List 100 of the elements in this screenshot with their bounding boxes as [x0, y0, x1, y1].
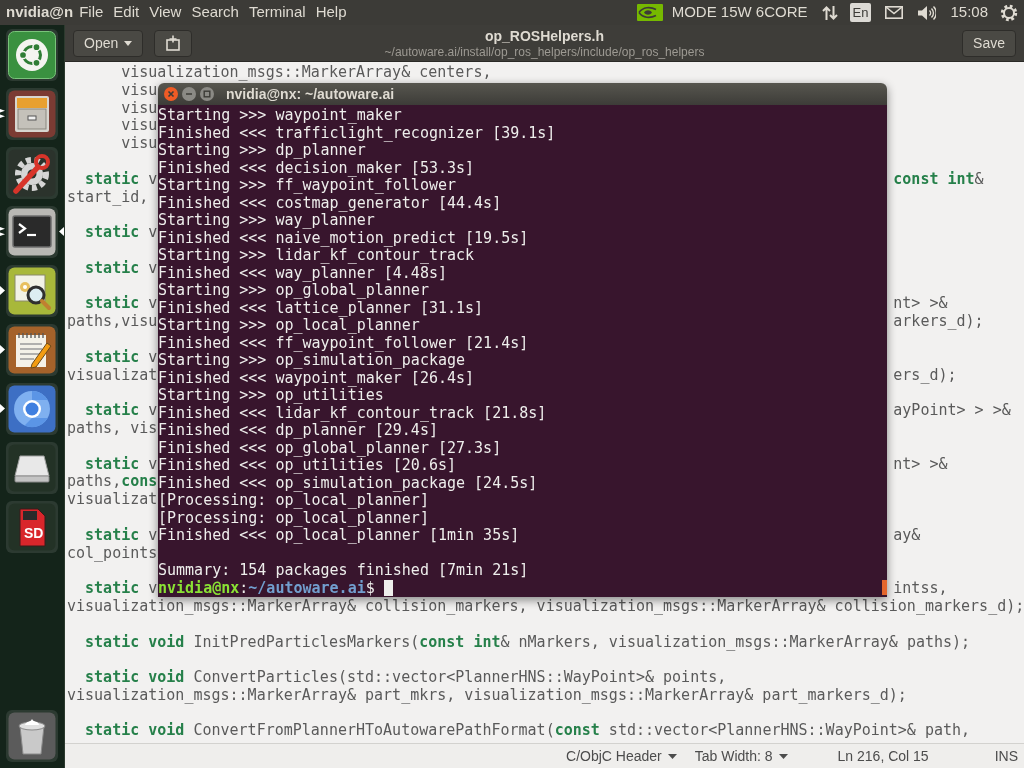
code-line: nt> >&	[893, 455, 948, 474]
sd-card-icon	[8, 503, 56, 551]
terminal-line: Starting >>> dp_planner	[158, 141, 366, 159]
volume-icon[interactable]	[917, 4, 937, 21]
minimize-icon[interactable]	[182, 87, 196, 101]
code-line: paths,visu	[67, 313, 158, 331]
code-line: intss,	[893, 580, 948, 598]
code-line: static v	[84, 348, 158, 367]
code-line: ers_d);	[893, 366, 957, 385]
disk-drive-icon	[8, 444, 56, 492]
terminal-line: Starting >>> op_local_planner	[158, 316, 420, 334]
notepad-pencil-icon	[8, 326, 56, 374]
clock[interactable]: 15:08	[950, 1, 988, 24]
terminal-line: Starting >>> lidar_kf_contour_track	[158, 246, 475, 264]
code-line: paths,cons	[67, 473, 158, 492]
launcher-item[interactable]	[6, 324, 58, 376]
code-line: visu	[120, 99, 158, 118]
terminal-line: Finished <<< lidar_kf_contour_track [21.8s]	[158, 403, 547, 422]
code-line: visualization_msgs::MarkerArray& part_mkrs, visualization_msgs::MarkerArray& part_markers_d);	[67, 686, 907, 705]
keyboard-layout-indicator[interactable]: En	[849, 3, 872, 22]
menu-item[interactable]: Terminal	[243, 0, 311, 25]
code-line: static void ConvertParticles(std::vector<PlannerHNS::WayPoint>& points,	[84, 669, 727, 687]
code-line: arkers_d);	[893, 313, 984, 331]
code-line: static v	[84, 455, 158, 474]
caret-icon	[667, 753, 677, 759]
terminal-line: Starting >>> op_utilities	[158, 386, 384, 404]
trash-icon	[8, 712, 56, 760]
terminal-prompt: nvidia@nx:~/autoware.ai$	[158, 579, 375, 597]
menu-item[interactable]: File	[74, 0, 109, 25]
launcher-item[interactable]	[6, 383, 58, 435]
code-line: static v	[84, 170, 158, 189]
code-line: static v	[84, 402, 158, 420]
code-line: static v	[84, 580, 158, 598]
terminal-line: Finished <<< op_utilities [20.6s]	[158, 456, 456, 474]
terminal-line: Summary: 154 packages finished [7min 21s]	[158, 561, 529, 579]
code-line: const int&	[893, 170, 984, 189]
cursor-icon	[383, 580, 393, 597]
code-line: visualization_msgs::MarkerArray& collision_markers, visualization_msgs::MarkerArray& collision_markers_d);	[67, 597, 1024, 616]
launcher-item[interactable]	[6, 710, 58, 762]
code-line: visualizat	[67, 491, 158, 509]
ubuntu-logo-icon	[8, 31, 56, 79]
code-line: nt> >&	[893, 295, 948, 314]
gear-wrench-icon	[8, 149, 56, 197]
terminal-line: Finished <<< decision_maker [53.3s]	[158, 158, 475, 177]
insert-mode: INS	[994, 746, 1018, 766]
code-line: paths, vis	[67, 419, 158, 438]
code-line: static v	[84, 259, 158, 278]
code-line: visu	[120, 135, 158, 153]
close-icon[interactable]	[164, 87, 178, 101]
language-dropdown[interactable]: C/ObjC Header	[566, 745, 677, 767]
launcher-item[interactable]	[6, 29, 58, 81]
launcher-item[interactable]: SD	[6, 501, 58, 553]
document-title: op_ROSHelpers.h	[485, 28, 604, 43]
code-line: visualization_msgs::MarkerArray& centers,	[120, 64, 492, 82]
terminal-line: Finished <<< ff_waypoint_follower [21.4s]	[158, 333, 529, 352]
code-line: col_points	[67, 544, 158, 563]
launcher-item[interactable]	[6, 442, 58, 494]
code-line: ay&	[893, 526, 921, 545]
open-button[interactable]: Open	[73, 29, 144, 57]
code-line: visualizat	[67, 366, 158, 385]
terminal-line: Finished <<< dp_planner [29.4s]	[158, 421, 438, 439]
terminal-line: [Processing: op_local_planner]	[158, 491, 429, 509]
caret-icon	[778, 753, 788, 759]
power-mode-indicator[interactable]: MODE 15W 6CORE	[671, 1, 808, 24]
launcher-item[interactable]	[6, 206, 58, 258]
caret-icon	[124, 40, 133, 46]
terminal-line: Finished <<< op_global_planner [27.3s]	[158, 438, 502, 457]
menu-item[interactable]: Edit	[108, 0, 145, 25]
launcher-item[interactable]	[6, 147, 58, 199]
terminal-line: Finished <<< naive_motion_predict [19.5s]	[158, 228, 529, 247]
menu-item[interactable]: View	[144, 0, 187, 25]
menu-item[interactable]: Search	[186, 0, 244, 25]
new-tab-button[interactable]	[154, 29, 193, 57]
terminal-line: Starting >>> op_simulation_package	[158, 351, 466, 369]
terminal-line: Finished <<< op_local_planner [1min 35s]	[158, 526, 520, 544]
save-button[interactable]: Save	[962, 29, 1016, 57]
window-title: nvidia@nx: ~/autoware.ai	[226, 84, 395, 104]
terminal-line: Finished <<< trafficlight_recognizer [39.1s]	[158, 123, 556, 142]
launcher-item[interactable]	[6, 265, 58, 317]
menu-item[interactable]: Help	[310, 0, 352, 25]
launcher-item[interactable]	[6, 88, 58, 140]
up-down-arrows-icon[interactable]	[821, 4, 838, 21]
terminal-icon	[8, 208, 56, 256]
round-logo-icon	[8, 385, 56, 433]
document-path: ~/autoware.ai/install/op_ros_helpers/include/op_ros_helpers	[384, 45, 705, 58]
code-line: static void ConvertFromPlannerHToAutowarePathFormat(const std::vector<PlannerHNS::WayPoint>& path,	[84, 722, 971, 741]
envelope-icon[interactable]	[885, 6, 904, 19]
code-line: static v	[84, 224, 158, 242]
cursor-position[interactable]: Ln 216, Col 15	[837, 745, 929, 767]
gear-icon[interactable]	[1000, 3, 1018, 22]
scrollbar-thumb[interactable]	[882, 580, 887, 595]
tab-width-dropdown[interactable]: Tab Width: 8	[694, 745, 788, 767]
terminal-line: Finished <<< lattice_planner [31.1s]	[158, 298, 484, 317]
terminal-line: Finished <<< costmap_generator [44.4s]	[158, 193, 502, 212]
code-line: visu	[120, 81, 158, 100]
code-line: start_id,	[67, 188, 149, 207]
maximize-icon[interactable]	[200, 87, 214, 101]
logo-icon[interactable]	[636, 4, 663, 21]
code-line: visu	[120, 117, 158, 136]
photo-magnifier-icon	[8, 267, 56, 315]
